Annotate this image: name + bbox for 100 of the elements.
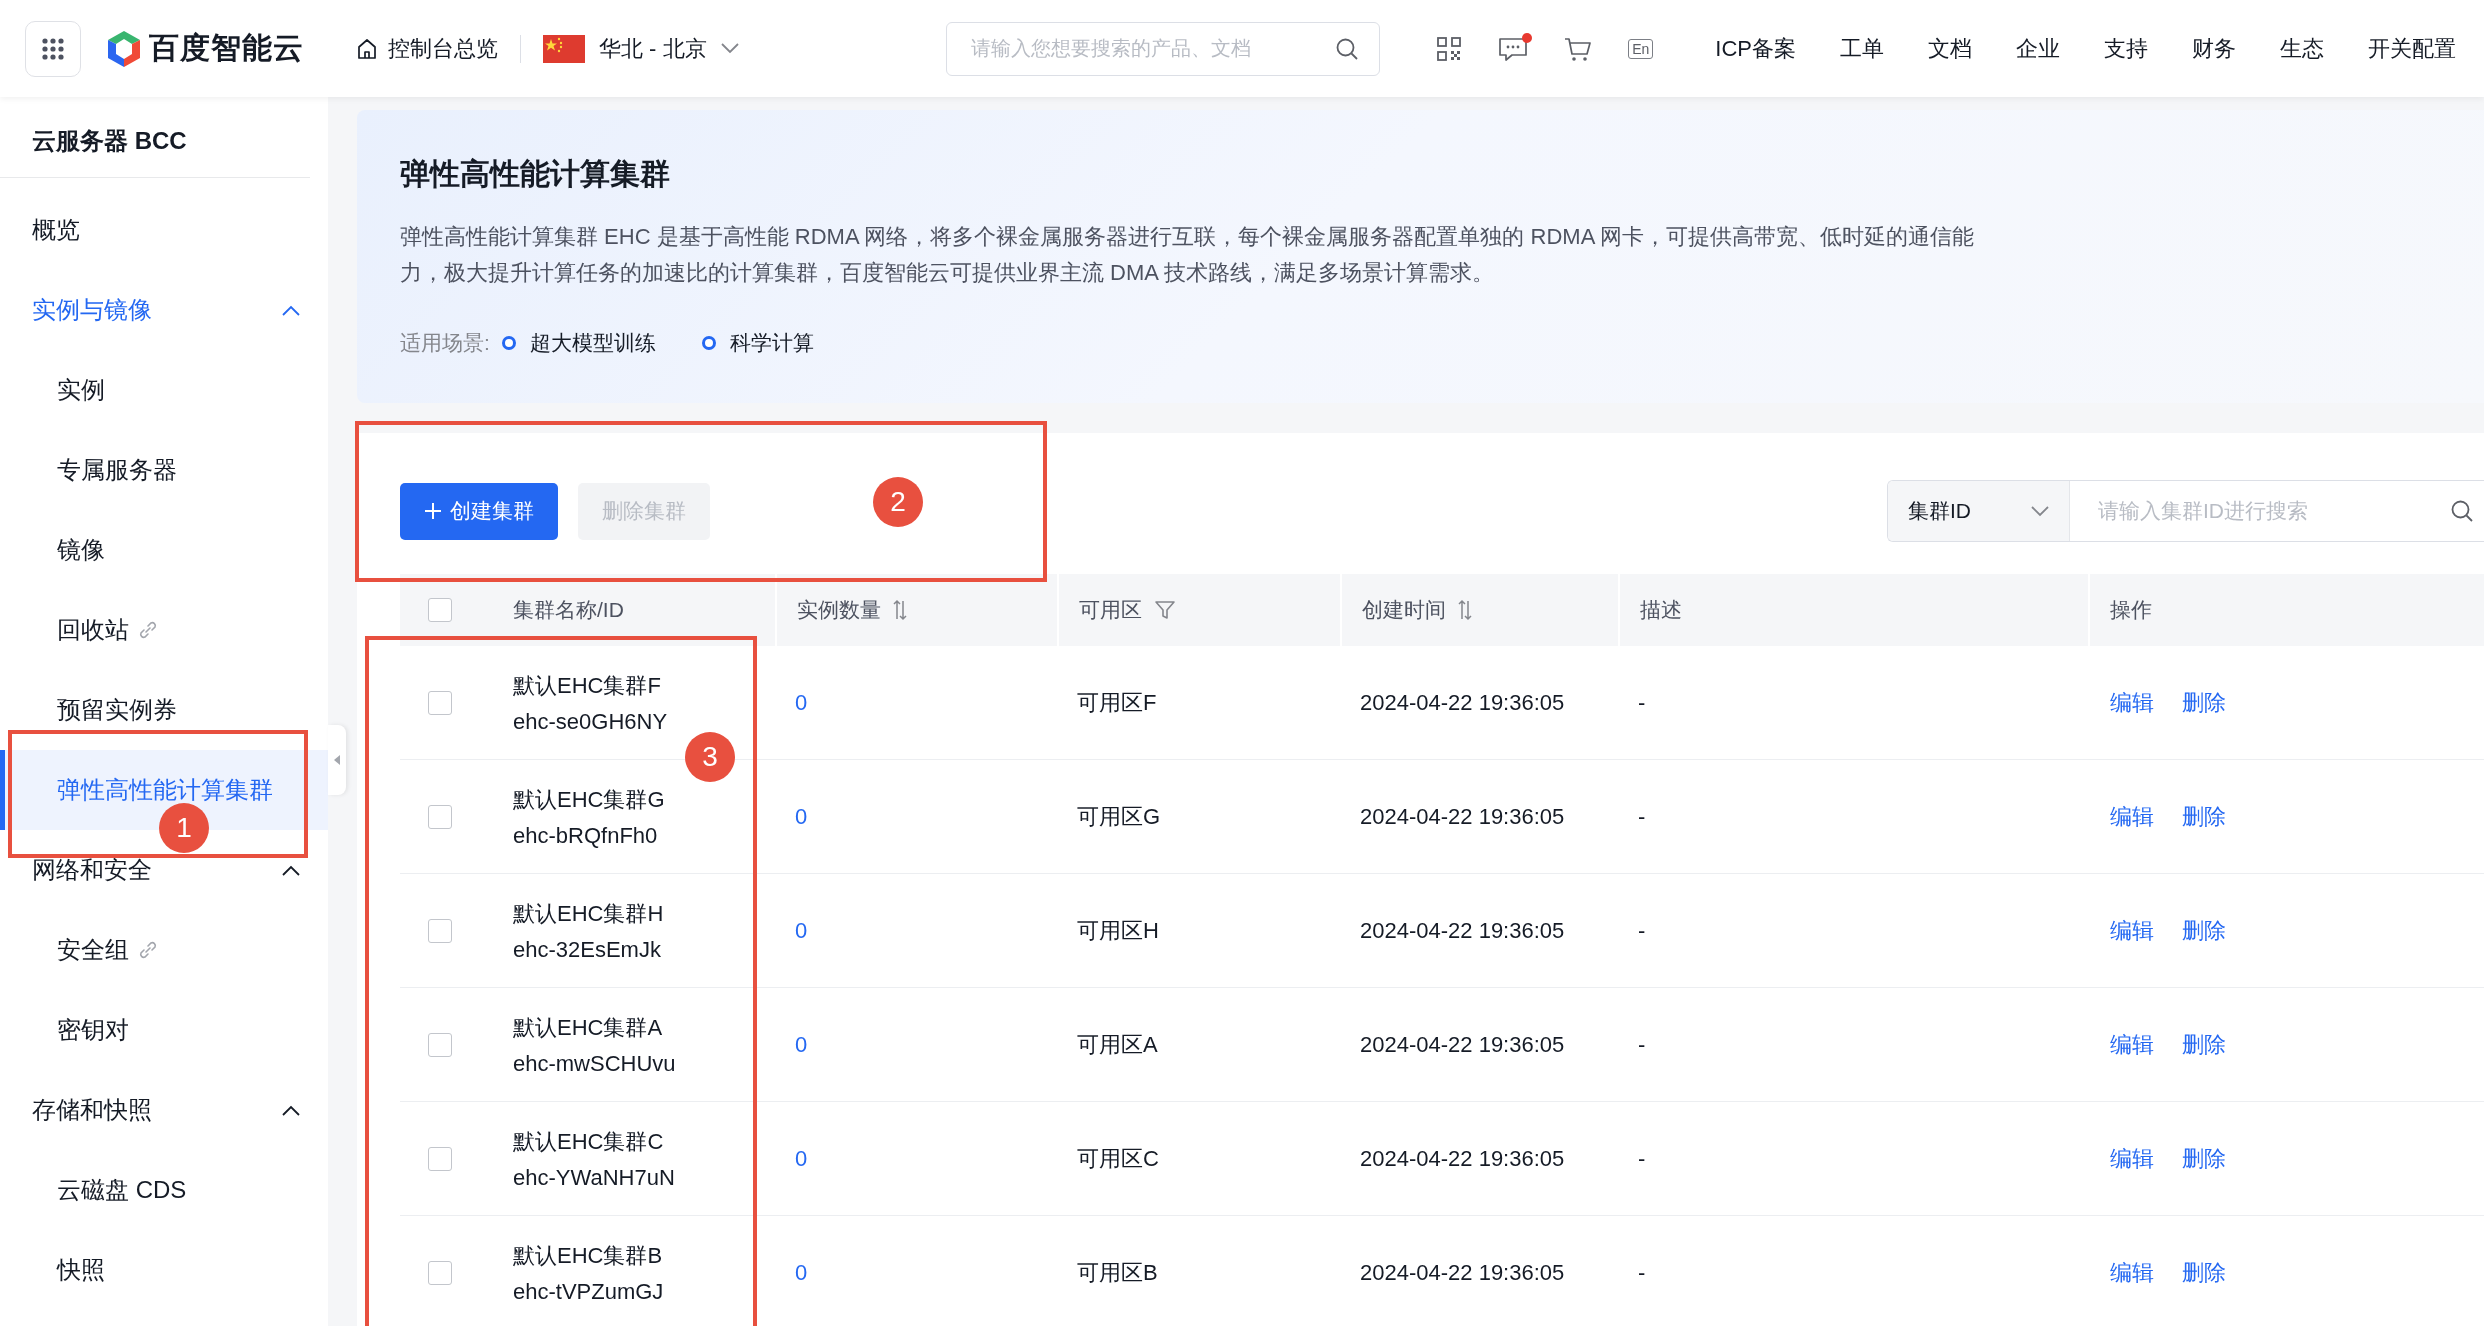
flag-icon xyxy=(543,34,585,63)
instance-count-link[interactable]: 0 xyxy=(795,1259,808,1286)
search-box[interactable]: 请输入您想要搜索的产品、文档 xyxy=(946,21,1381,76)
table-cell: - xyxy=(1638,1145,1646,1172)
scenario-tag: 超大模型训练 xyxy=(529,329,656,357)
filter-icon[interactable] xyxy=(1154,599,1176,621)
create-button[interactable]: 创建集群 xyxy=(400,482,558,540)
action-link[interactable]: 删除 xyxy=(2182,915,2226,946)
cluster-id: ehc-32EsEmJk xyxy=(513,936,661,963)
qr-code-icon[interactable] xyxy=(1436,35,1463,62)
checkbox[interactable] xyxy=(428,804,452,829)
action-link[interactable]: 编辑 xyxy=(2110,801,2154,832)
column-header: 操作 xyxy=(2110,597,2152,623)
sidebar-item[interactable]: 专属服务器 xyxy=(0,430,328,510)
message-icon[interactable] xyxy=(1498,35,1529,62)
sort-icon[interactable] xyxy=(1458,599,1472,621)
sort-icon[interactable] xyxy=(893,599,907,621)
cluster-name: 默认EHC集群A xyxy=(513,1013,663,1042)
table-cell: - xyxy=(1638,1031,1646,1058)
action-link[interactable]: 编辑 xyxy=(2110,1143,2154,1174)
sidebar-item[interactable]: 实例 xyxy=(0,350,328,430)
column-header: 集群名称/ID xyxy=(513,597,624,623)
nav-link[interactable]: 文档 xyxy=(1928,33,1972,64)
sidebar-item[interactable]: 安全组 xyxy=(0,910,328,990)
table-cell: 2024-04-22 19:36:05 xyxy=(1360,803,1565,830)
action-link[interactable]: 编辑 xyxy=(2110,1257,2154,1288)
sidebar-item[interactable]: 镜像 xyxy=(0,510,328,590)
cluster-name: 默认EHC集群F xyxy=(513,671,661,700)
search-icon xyxy=(1335,36,1360,61)
chevron-up-icon xyxy=(282,1104,300,1116)
column-header: 实例数量 xyxy=(797,597,881,623)
chevron-up-icon xyxy=(282,304,300,316)
cluster-name: 默认EHC集群G xyxy=(513,785,665,814)
region-selector[interactable]: 华北 - 北京 xyxy=(543,33,739,64)
checkbox[interactable] xyxy=(428,690,452,715)
cluster-id: ehc-mwSCHUvu xyxy=(513,1050,676,1077)
nav-link[interactable]: 财务 xyxy=(2192,33,2236,64)
table-cell: - xyxy=(1638,803,1646,830)
table-cell: 2024-04-22 19:36:05 xyxy=(1360,1145,1565,1172)
instance-count-link[interactable]: 0 xyxy=(795,689,808,716)
search-field[interactable]: 请输入您想要搜索的产品、文档 xyxy=(969,36,1336,61)
console-link[interactable]: 控制台总览 xyxy=(356,33,498,64)
cluster-id: ehc-se0GH6NY xyxy=(513,708,668,735)
table-cell: 2024-04-22 19:36:05 xyxy=(1360,917,1565,944)
table-cell: - xyxy=(1638,1259,1646,1286)
cluster-name: 默认EHC集群C xyxy=(513,1127,664,1156)
table-cell: 2024-04-22 19:36:05 xyxy=(1360,1259,1565,1286)
cart-icon[interactable] xyxy=(1564,35,1593,62)
action-link[interactable]: 删除 xyxy=(2182,1029,2226,1060)
column-header: 创建时间 xyxy=(1362,597,1446,623)
cluster-id: ehc-tVPZumGJ xyxy=(513,1278,664,1305)
app-menu-button[interactable] xyxy=(25,20,81,77)
table-cell-text: 可用区B xyxy=(1077,1258,1158,1287)
cluster-name: 默认EHC集群B xyxy=(513,1241,663,1270)
action-link[interactable]: 删除 xyxy=(2182,1143,2226,1174)
checkbox[interactable] xyxy=(428,598,452,622)
sidebar-item[interactable]: 回收站 xyxy=(0,590,328,670)
instance-count-link[interactable]: 0 xyxy=(795,803,808,830)
instance-count-link[interactable]: 0 xyxy=(795,1145,808,1172)
action-link[interactable]: 编辑 xyxy=(2110,1029,2154,1060)
table-cell: 2024-04-22 19:36:05 xyxy=(1360,1031,1565,1058)
sidebar-item[interactable]: 云磁盘 CDS xyxy=(0,1150,328,1230)
chevron-up-icon xyxy=(282,864,300,876)
column-header: 可用区 xyxy=(1079,597,1142,623)
cluster-id: ehc-bRQfnFh0 xyxy=(513,822,658,849)
sidebar-item[interactable]: 概览 xyxy=(0,190,328,270)
language-button[interactable]: En xyxy=(1628,38,1654,59)
checkbox[interactable] xyxy=(428,918,452,943)
nav-link[interactable]: 工单 xyxy=(1840,33,1884,64)
sidebar-item[interactable]: 密钥对 xyxy=(0,990,328,1070)
sidebar-item[interactable]: 快照 xyxy=(0,1230,328,1310)
page-title: 弹性高性能计算集群 xyxy=(400,156,671,192)
nav-link[interactable]: 开关配置 xyxy=(2368,33,2456,64)
table-cell-text: 可用区G xyxy=(1077,802,1161,831)
brand-name: 百度智能云 xyxy=(149,30,304,66)
action-link[interactable]: 删除 xyxy=(2182,801,2226,832)
checkbox[interactable] xyxy=(428,1146,452,1171)
sidebar-group[interactable]: 实例与镜像 xyxy=(0,270,328,350)
nav-link[interactable]: 企业 xyxy=(2016,33,2060,64)
home-icon xyxy=(356,37,378,60)
action-link[interactable]: 删除 xyxy=(2182,687,2226,718)
table-cell-text: 可用区A xyxy=(1077,1030,1158,1059)
sidebar-group[interactable]: 存储和快照 xyxy=(0,1070,328,1150)
nav-link[interactable]: ICP备案 xyxy=(1715,33,1796,64)
scenario-label: 适用场景: xyxy=(400,330,490,356)
checkbox[interactable] xyxy=(428,1032,452,1057)
nav-link[interactable]: 支持 xyxy=(2104,33,2148,64)
action-link[interactable]: 编辑 xyxy=(2110,915,2154,946)
table-cell-text: 可用区H xyxy=(1077,916,1159,945)
action-link[interactable]: 编辑 xyxy=(2110,687,2154,718)
table-cell: 2024-04-22 19:36:05 xyxy=(1360,689,1565,716)
collapse-handle[interactable] xyxy=(328,725,346,795)
cluster-id: ehc-YWaNH7uN xyxy=(513,1164,675,1191)
sidebar-item[interactable]: 预留实例券 xyxy=(0,670,328,750)
instance-count-link[interactable]: 0 xyxy=(795,1031,808,1058)
table-cell: - xyxy=(1638,917,1646,944)
instance-count-link[interactable]: 0 xyxy=(795,917,808,944)
nav-link[interactable]: 生态 xyxy=(2280,33,2324,64)
checkbox[interactable] xyxy=(428,1260,452,1285)
action-link[interactable]: 删除 xyxy=(2182,1257,2226,1288)
